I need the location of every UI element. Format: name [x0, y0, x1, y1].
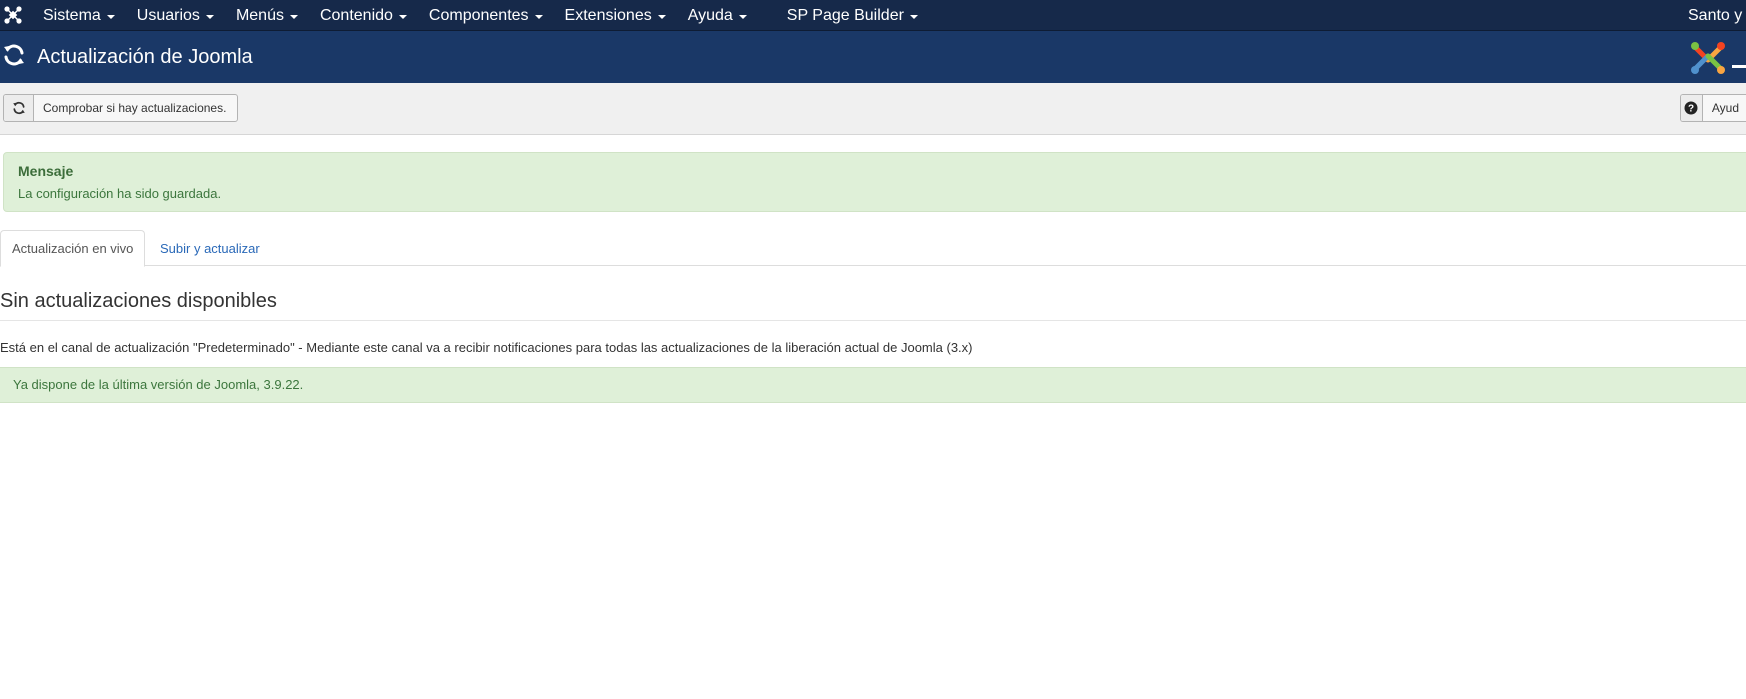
joomla-logo [1691, 42, 1725, 74]
menu-label: Ayuda [687, 6, 733, 24]
menu-label: SP Page Builder [786, 6, 904, 24]
menu-label: Contenido [319, 6, 393, 24]
message-alert: Mensaje La configuración ha sido guardad… [3, 152, 1746, 212]
menu-label: Componentes [428, 6, 529, 24]
joomla-icon[interactable] [3, 5, 23, 25]
menu-menus[interactable]: Menús [225, 0, 309, 31]
help-label: Ayud [1711, 101, 1739, 115]
svg-text:?: ? [1688, 104, 1694, 115]
status-alert: Ya dispone de la última versión de Jooml… [0, 367, 1746, 403]
menu-extensiones[interactable]: Extensiones [554, 0, 677, 31]
menu-label: Usuarios [136, 6, 200, 24]
caret-down-icon [289, 14, 298, 19]
caret-down-icon [205, 14, 214, 19]
top-navbar: Sistema Usuarios Menús Contenido Compone… [0, 0, 1746, 31]
menu-contenido[interactable]: Contenido [309, 0, 418, 31]
check-updates-label: Comprobar si hay actualizaciones. [43, 101, 227, 115]
toolbar: Comprobar si hay actualizaciones. ? Ayud [0, 83, 1746, 135]
menu-label: Menús [235, 6, 284, 24]
tab-label: Actualización en vivo [12, 241, 134, 256]
refresh-icon [4, 44, 24, 66]
caret-down-icon [738, 14, 747, 19]
menu-componentes[interactable]: Componentes [418, 0, 554, 31]
menu-label: Extensiones [564, 6, 652, 24]
header-logo-text-fragment [1732, 65, 1746, 68]
check-updates-button[interactable]: Comprobar si hay actualizaciones. [3, 94, 239, 122]
refresh-icon [4, 95, 34, 121]
caret-down-icon [106, 14, 115, 19]
help-button[interactable]: ? Ayud [1680, 94, 1746, 122]
caret-down-icon [657, 14, 666, 19]
question-circle-icon: ? [1681, 95, 1703, 121]
user-name: Santo y [1688, 6, 1743, 24]
caret-down-icon [909, 14, 918, 19]
tab-label: Subir y actualizar [160, 240, 260, 256]
status-text: Ya dispone de la última versión de Jooml… [13, 377, 304, 392]
menu-sistema[interactable]: Sistema [32, 0, 126, 31]
menu-usuarios[interactable]: Usuarios [126, 0, 225, 31]
alert-heading: Mensaje [18, 163, 74, 179]
page-header: Actualización de Joomla [0, 31, 1746, 83]
tab-bar: Actualización en vivo Subir y actualizar [0, 230, 1746, 267]
main-menu: Sistema Usuarios Menús Contenido Compone… [32, 0, 929, 31]
section-title: Sin actualizaciones disponibles [0, 290, 277, 312]
menu-label: Sistema [43, 6, 101, 24]
caret-down-icon [398, 14, 407, 19]
alert-text: La configuración ha sido guardada. [18, 186, 222, 201]
caret-down-icon [534, 14, 543, 19]
tab-upload-update[interactable]: Subir y actualizar [149, 230, 271, 266]
tab-live-update[interactable]: Actualización en vivo [0, 230, 146, 267]
menu-ayuda[interactable]: Ayuda [677, 0, 758, 31]
channel-description: Está en el canal de actualización "Prede… [0, 340, 973, 355]
page-title: Actualización de Joomla [37, 46, 253, 68]
user-menu[interactable]: Santo y [1688, 0, 1746, 31]
menu-sp-page-builder[interactable]: SP Page Builder [776, 0, 929, 31]
divider [0, 320, 1746, 321]
